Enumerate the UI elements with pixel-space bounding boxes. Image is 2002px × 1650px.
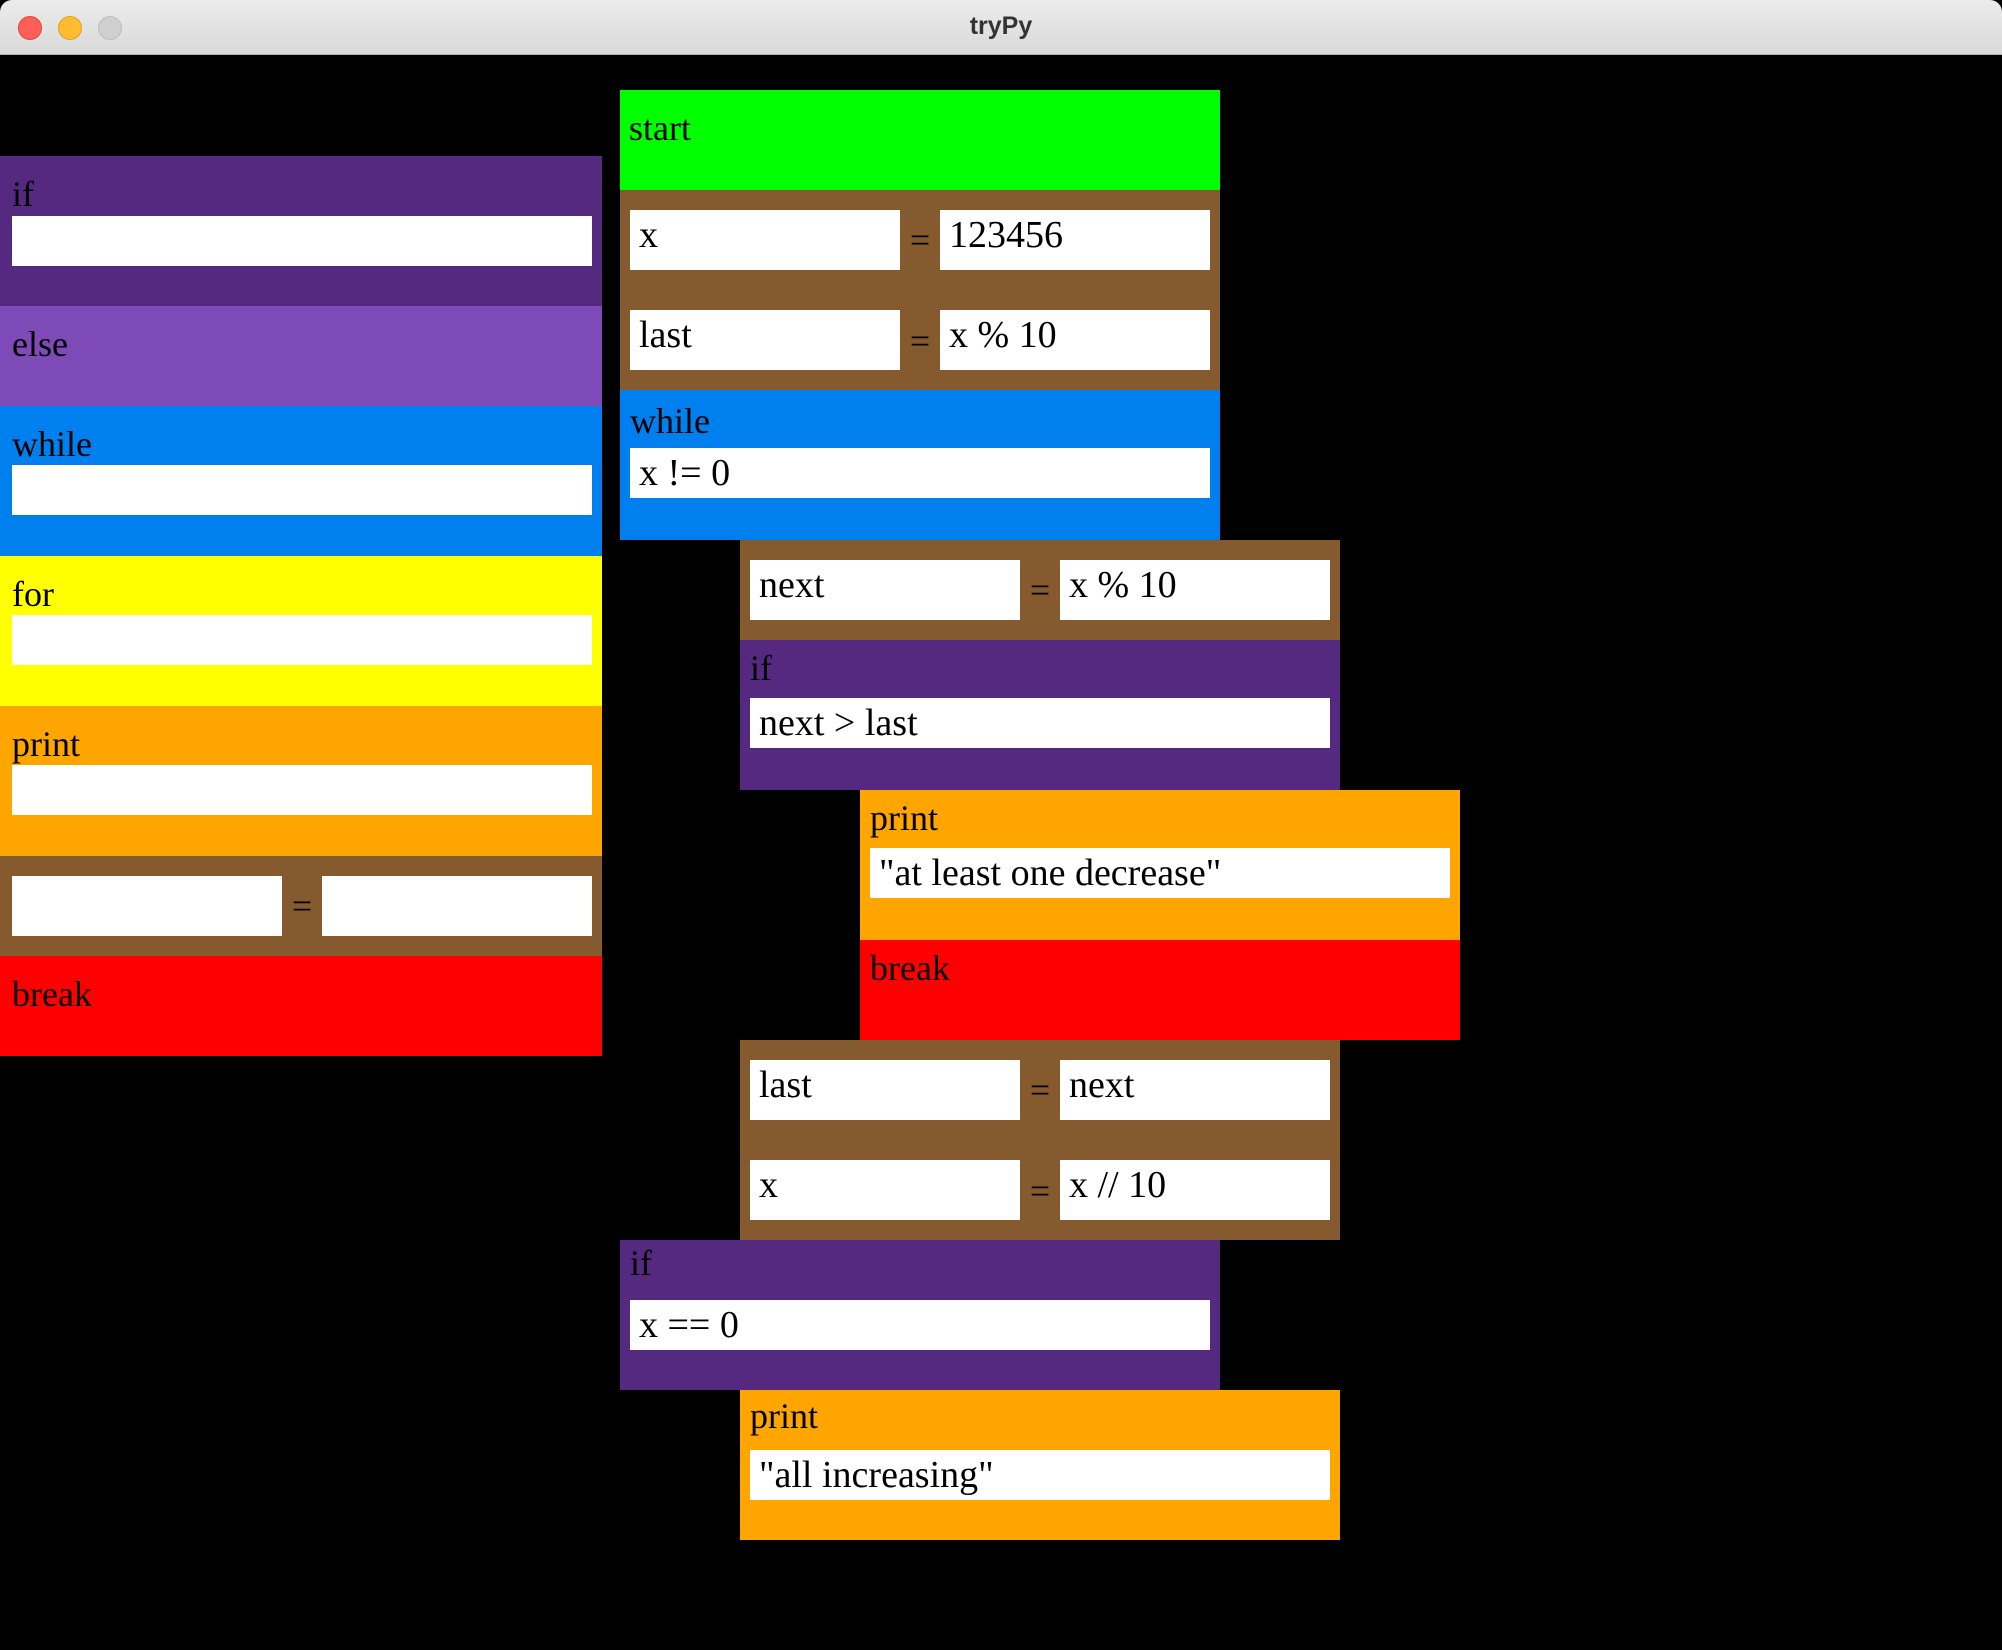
palette-if-block[interactable]: if	[0, 156, 602, 306]
assign-target-field[interactable]	[12, 876, 282, 936]
print-value-field[interactable]: "at least one decrease"	[870, 848, 1450, 898]
start-block[interactable]: start	[620, 90, 1220, 190]
print-block[interactable]: print "all increasing"	[740, 1390, 1340, 1540]
assign-block[interactable]: last = next x = x // 10	[740, 1040, 1340, 1240]
block-label: if	[750, 648, 772, 688]
equals-sign: =	[1029, 1070, 1051, 1110]
block-label: break	[12, 974, 92, 1014]
assign-target-field[interactable]: next	[750, 560, 1020, 620]
assign-value-field[interactable]	[322, 876, 592, 936]
if-block[interactable]: if next > last	[740, 640, 1340, 790]
assign-target-field[interactable]: x	[750, 1160, 1020, 1220]
equals-sign: =	[909, 220, 931, 260]
break-block[interactable]: break	[860, 940, 1460, 1040]
block-label: else	[12, 324, 68, 364]
assign-value-field[interactable]: x // 10	[1060, 1160, 1330, 1220]
app-window: tryPy if else while for print = break st…	[0, 0, 2002, 1650]
palette-while-block[interactable]: while	[0, 406, 602, 556]
print-value-field[interactable]	[12, 765, 592, 815]
assign-block[interactable]: x = 123456 last = x % 10	[620, 190, 1220, 390]
assign-value-field[interactable]: x % 10	[1060, 560, 1330, 620]
palette-print-block[interactable]: print	[0, 706, 602, 856]
print-block[interactable]: print "at least one decrease"	[860, 790, 1460, 940]
if-condition-field[interactable]	[12, 216, 592, 266]
code-canvas: if else while for print = break start x …	[0, 55, 2002, 1650]
block-label: break	[870, 948, 950, 988]
assign-target-field[interactable]: last	[630, 310, 900, 370]
assign-value-field[interactable]: 123456	[940, 210, 1210, 270]
block-label: while	[12, 424, 92, 464]
while-condition-field[interactable]: x != 0	[630, 448, 1210, 498]
assign-value-field[interactable]: next	[1060, 1060, 1330, 1120]
equals-sign: =	[291, 886, 313, 926]
while-condition-field[interactable]	[12, 465, 592, 515]
block-label: for	[12, 574, 54, 614]
block-label: print	[750, 1396, 818, 1436]
if-condition-field[interactable]: next > last	[750, 698, 1330, 748]
palette-else-block[interactable]: else	[0, 306, 602, 406]
title-bar: tryPy	[0, 0, 2002, 55]
equals-sign: =	[909, 321, 931, 361]
for-clause-field[interactable]	[12, 615, 592, 665]
assign-value-field[interactable]: x % 10	[940, 310, 1210, 370]
palette-assign-block[interactable]: =	[0, 856, 602, 956]
palette-for-block[interactable]: for	[0, 556, 602, 706]
palette-break-block[interactable]: break	[0, 956, 602, 1056]
block-label: if	[12, 174, 34, 214]
if-condition-field[interactable]: x == 0	[630, 1300, 1210, 1350]
block-label: while	[630, 401, 710, 441]
assign-target-field[interactable]: last	[750, 1060, 1020, 1120]
block-label: start	[629, 108, 691, 148]
while-block[interactable]: while x != 0	[620, 390, 1220, 540]
block-label: if	[630, 1243, 652, 1283]
block-label: print	[12, 724, 80, 764]
print-value-field[interactable]: "all increasing"	[750, 1450, 1330, 1500]
if-block[interactable]: if x == 0	[620, 1240, 1220, 1390]
assign-block[interactable]: next = x % 10	[740, 540, 1340, 640]
assign-target-field[interactable]: x	[630, 210, 900, 270]
window-title: tryPy	[969, 12, 1033, 40]
equals-sign: =	[1029, 570, 1051, 610]
block-label: print	[870, 798, 938, 838]
equals-sign: =	[1029, 1171, 1051, 1211]
